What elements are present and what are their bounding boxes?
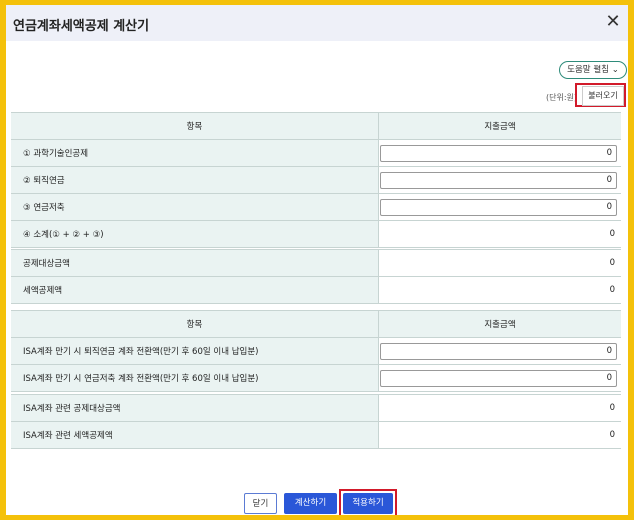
help-toggle-button[interactable]: 도움말 펼침 ⌄ — [559, 61, 627, 79]
isa-summary-table: ISA계좌 관련 공제대상금액 0 ISA계좌 관련 세액공제액 0 — [11, 394, 621, 449]
row-label: ISA계좌 만기 시 퇴직연금 계좌 전환액(만기 후 60일 이내 납입분) — [11, 338, 379, 364]
close-button[interactable]: 닫기 — [244, 493, 277, 514]
dialog-footer: 닫기 계산하기 적용하기 — [6, 479, 628, 515]
header-item: 항목 — [11, 113, 379, 139]
table-row: ISA계좌 관련 세액공제액 0 — [11, 422, 621, 449]
table-row: 세액공제액 0 — [11, 277, 621, 304]
isa-tax-credit-value: 0 — [609, 430, 615, 440]
header-item: 항목 — [11, 311, 379, 337]
isa-to-pension-savings-input[interactable] — [380, 369, 617, 387]
row-label: ISA계좌 만기 시 연금저축 계좌 전환액(만기 후 60일 이내 납입분) — [11, 365, 379, 391]
dialog-titlebar: 연금계좌세액공제 계산기 ✕ — [6, 5, 628, 41]
help-toggle-label: 도움말 펼침 — [567, 65, 609, 75]
row-label: 공제대상금액 — [11, 250, 379, 276]
row-label: ④ 소계(① + ② + ③) — [11, 221, 379, 247]
row-label: ② 퇴직연금 — [11, 167, 379, 193]
header-amount: 지출금액 — [379, 311, 621, 337]
table-row: 공제대상금액 0 — [11, 250, 621, 277]
pension-savings-input[interactable] — [380, 198, 617, 216]
row-label: ③ 연금저축 — [11, 194, 379, 220]
science-tech-deduction-input[interactable] — [380, 144, 617, 162]
deductible-amount-value: 0 — [609, 258, 615, 268]
apply-button[interactable]: 적용하기 — [343, 493, 393, 514]
table-row: ③ 연금저축 — [11, 194, 621, 221]
dialog-title: 연금계좌세액공제 계산기 — [13, 19, 150, 34]
pension-tax-credit-dialog: 연금계좌세액공제 계산기 ✕ 도움말 펼침 ⌄ (단위:원) 불러오기 항목 지… — [6, 5, 628, 515]
header-amount: 지출금액 — [379, 113, 621, 139]
subtotal-value: 0 — [609, 229, 615, 239]
row-label: ① 과학기술인공제 — [11, 140, 379, 166]
table-row: ISA계좌 관련 공제대상금액 0 — [11, 395, 621, 422]
table-row: ② 퇴직연금 — [11, 167, 621, 194]
row-label: 세액공제액 — [11, 277, 379, 303]
table-row: ISA계좌 만기 시 퇴직연금 계좌 전환액(만기 후 60일 이내 납입분) — [11, 338, 621, 365]
table-row: ISA계좌 만기 시 연금저축 계좌 전환액(만기 후 60일 이내 납입분) — [11, 365, 621, 392]
chevron-down-icon: ⌄ — [611, 65, 619, 75]
row-label: ISA계좌 관련 공제대상금액 — [11, 395, 379, 421]
isa-to-retirement-input[interactable] — [380, 342, 617, 360]
row-label: ISA계좌 관련 세액공제액 — [11, 422, 379, 448]
isa-deductible-value: 0 — [609, 403, 615, 413]
table-header-row: 항목 지출금액 — [11, 311, 621, 338]
contribution-table: 항목 지출금액 ① 과학기술인공제 ② 퇴직연금 ③ 연금저축 ④ 소계(① +… — [11, 112, 621, 248]
tax-credit-value: 0 — [609, 285, 615, 295]
deduction-summary-table: 공제대상금액 0 세액공제액 0 — [11, 249, 621, 304]
table-row: ① 과학기술인공제 — [11, 140, 621, 167]
close-icon[interactable]: ✕ — [604, 13, 622, 31]
retirement-pension-input[interactable] — [380, 171, 617, 189]
isa-transfer-table: 항목 지출금액 ISA계좌 만기 시 퇴직연금 계좌 전환액(만기 후 60일 … — [11, 310, 621, 392]
table-row: ④ 소계(① + ② + ③) 0 — [11, 221, 621, 248]
unit-label: (단위:원) — [546, 93, 578, 102]
calculate-button[interactable]: 계산하기 — [284, 493, 337, 514]
load-button[interactable]: 불러오기 — [582, 86, 624, 106]
table-header-row: 항목 지출금액 — [11, 113, 621, 140]
